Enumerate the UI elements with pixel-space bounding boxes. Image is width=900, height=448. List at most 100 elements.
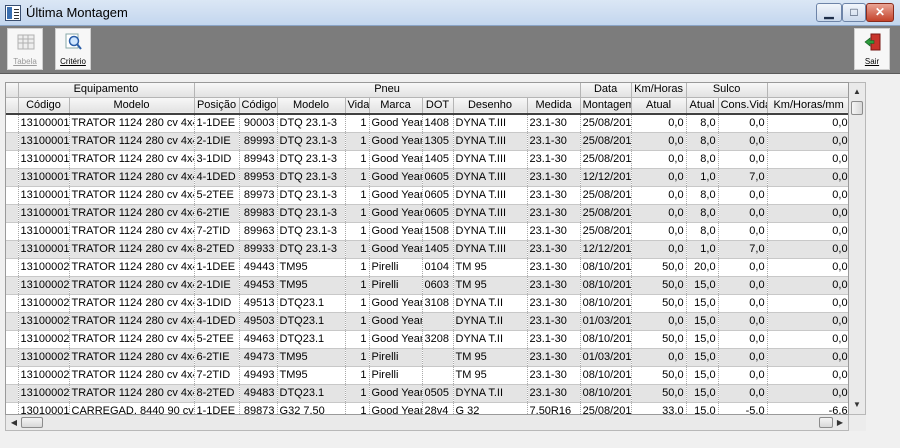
cell-posicao[interactable]: 8-2TED (194, 384, 240, 403)
cell-marca[interactable]: Good Year (369, 168, 423, 187)
cell-cons-vida[interactable]: 7,0 (718, 240, 768, 259)
table-row[interactable]: 13100002 TRATOR 1124 280 cv 4x4 5-2TEE 4946… (6, 330, 848, 349)
cell-km-atual[interactable]: 50,0 (631, 330, 687, 349)
cell-desenho[interactable]: DYNA T.III (453, 168, 528, 187)
cell-modelo-pneu[interactable]: DTQ 23.1-3 (277, 168, 346, 187)
cell-modelo-equip[interactable]: TRATOR 1124 280 cv 4x4 (69, 150, 195, 169)
cell-sulco-atual[interactable]: 1,0 (686, 168, 719, 187)
column-header-cons-vida[interactable]: Cons.Vida (718, 97, 768, 114)
cell-dot[interactable]: 1408 (422, 113, 454, 133)
cell-codigo-pneu[interactable]: 89933 (239, 240, 278, 259)
cell-modelo-pneu[interactable]: TM95 (277, 348, 346, 367)
cell-codigo-pneu[interactable]: 49483 (239, 384, 278, 403)
sair-button[interactable]: Sair (854, 28, 890, 70)
cell-codigo-pneu[interactable]: 89993 (239, 132, 278, 151)
cell-km-horas-mm[interactable]: 0,0 (767, 204, 848, 223)
cell-modelo-equip[interactable]: TRATOR 1124 280 cv 4x4 (69, 366, 195, 385)
cell-marca[interactable]: Pirelli (369, 258, 423, 277)
cell-km-atual[interactable]: 0,0 (631, 186, 687, 205)
cell-codigo-equip[interactable]: 13100001 (18, 113, 70, 133)
cell-montagem[interactable]: 12/12/2013 (580, 240, 632, 259)
cell-km-atual[interactable]: 0,0 (631, 222, 687, 241)
cell-dot[interactable]: 0505 (422, 384, 454, 403)
row-indicator[interactable] (6, 258, 19, 277)
row-indicator[interactable] (6, 330, 19, 349)
cell-sulco-atual[interactable]: 15,0 (686, 294, 719, 313)
cell-desenho[interactable]: DYNA T.II (453, 384, 528, 403)
cell-dot[interactable]: 1405 (422, 240, 454, 259)
cell-vida[interactable]: 1 (345, 294, 370, 313)
cell-medida[interactable]: 23.1-30 (527, 384, 581, 403)
cell-posicao[interactable]: 4-1DED (194, 312, 240, 331)
column-header-vida[interactable]: Vida (345, 97, 370, 114)
cell-km-horas-mm[interactable]: 0,0 (767, 132, 848, 151)
cell-medida[interactable]: 23.1-30 (527, 222, 581, 241)
cell-marca[interactable]: Pirelli (369, 276, 423, 295)
cell-modelo-equip[interactable]: TRATOR 1124 280 cv 4x4 (69, 384, 195, 403)
column-header-desenho[interactable]: Desenho (453, 97, 528, 114)
cell-codigo-equip[interactable]: 13100002 (18, 294, 70, 313)
cell-medida[interactable]: 23.1-30 (527, 312, 581, 331)
cell-cons-vida[interactable]: 0,0 (718, 132, 768, 151)
cell-dot[interactable]: 1305 (422, 132, 454, 151)
cell-vida[interactable]: 1 (345, 222, 370, 241)
table-row[interactable]: 13100002 TRATOR 1124 280 cv 4x4 8-2TED 4948… (6, 384, 848, 403)
data-grid[interactable]: Equipamento Pneu Data Km/Horas Sulco Cód… (5, 82, 849, 415)
table-row[interactable]: 13100001 TRATOR 1124 280 cv 4x4 8-2TED 8993… (6, 240, 848, 259)
cell-sulco-atual[interactable]: 15,0 (686, 330, 719, 349)
table-row[interactable]: 13100002 TRATOR 1124 280 cv 4x4 6-2TIE 4947… (6, 348, 848, 367)
cell-marca[interactable]: Good Year (369, 204, 423, 223)
table-row[interactable]: 13100001 TRATOR 1124 280 cv 4x4 1-1DEE 9000… (6, 113, 848, 133)
cell-dot[interactable]: 0605 (422, 186, 454, 205)
cell-modelo-pneu[interactable]: DTQ 23.1-3 (277, 150, 346, 169)
cell-sulco-atual[interactable]: 15,0 (686, 384, 719, 403)
arrow-left-icon[interactable]: ◀ (7, 415, 21, 430)
vertical-scrollbar[interactable]: ▲ ▼ (849, 82, 866, 415)
cell-marca[interactable]: Good Year (369, 384, 423, 403)
cell-codigo-pneu[interactable]: 49453 (239, 276, 278, 295)
cell-modelo-pneu[interactable]: G32 7.50 (277, 402, 346, 414)
cell-modelo-pneu[interactable]: DTQ23.1 (277, 330, 346, 349)
cell-desenho[interactable]: DYNA T.III (453, 132, 528, 151)
cell-marca[interactable]: Good Year (369, 186, 423, 205)
cell-sulco-atual[interactable]: 8,0 (686, 222, 719, 241)
cell-modelo-pneu[interactable]: DTQ 23.1-3 (277, 204, 346, 223)
cell-marca[interactable]: Good Year (369, 312, 423, 331)
cell-montagem[interactable]: 25/08/2011 (580, 222, 632, 241)
row-indicator[interactable] (6, 240, 19, 259)
cell-codigo-equip[interactable]: 13100001 (18, 168, 70, 187)
cell-km-atual[interactable]: 0,0 (631, 240, 687, 259)
cell-vida[interactable]: 1 (345, 348, 370, 367)
cell-medida[interactable]: 23.1-30 (527, 294, 581, 313)
cell-codigo-equip[interactable]: 13100002 (18, 366, 70, 385)
table-row[interactable]: 13100001 TRATOR 1124 280 cv 4x4 4-1DED 8995… (6, 168, 848, 187)
cell-km-atual[interactable]: 33,0 (631, 402, 687, 414)
row-indicator[interactable] (6, 276, 19, 295)
cell-km-atual[interactable]: 50,0 (631, 384, 687, 403)
row-indicator[interactable] (6, 312, 19, 331)
cell-km-horas-mm[interactable]: 0,0 (767, 258, 848, 277)
column-header-codigo-pneu[interactable]: Código (239, 97, 278, 114)
cell-marca[interactable]: Good Year (369, 132, 423, 151)
cell-medida[interactable]: 23.1-30 (527, 150, 581, 169)
cell-montagem[interactable]: 08/10/2010 (580, 330, 632, 349)
cell-montagem[interactable]: 25/08/2011 (580, 186, 632, 205)
cell-sulco-atual[interactable]: 8,0 (686, 204, 719, 223)
cell-medida[interactable]: 23.1-30 (527, 186, 581, 205)
cell-medida[interactable]: 23.1-30 (527, 330, 581, 349)
cell-codigo-pneu[interactable]: 89973 (239, 186, 278, 205)
cell-marca[interactable]: Good Year (369, 330, 423, 349)
cell-desenho[interactable]: DYNA T.II (453, 294, 528, 313)
row-indicator[interactable] (6, 222, 19, 241)
cell-marca[interactable]: Good Year (369, 294, 423, 313)
cell-sulco-atual[interactable]: 8,0 (686, 113, 719, 133)
cell-posicao[interactable]: 1-1DEE (194, 113, 240, 133)
table-row[interactable]: 13100002 TRATOR 1124 280 cv 4x4 1-1DEE 4944… (6, 258, 848, 277)
cell-dot[interactable]: 0104 (422, 258, 454, 277)
cell-km-horas-mm[interactable]: 0,0 (767, 222, 848, 241)
cell-km-horas-mm[interactable]: 0,0 (767, 113, 848, 133)
cell-vida[interactable]: 1 (345, 402, 370, 414)
arrow-right-icon[interactable]: ▶ (833, 415, 847, 430)
cell-medida[interactable]: 23.1-30 (527, 258, 581, 277)
cell-modelo-pneu[interactable]: DTQ 23.1-3 (277, 132, 346, 151)
